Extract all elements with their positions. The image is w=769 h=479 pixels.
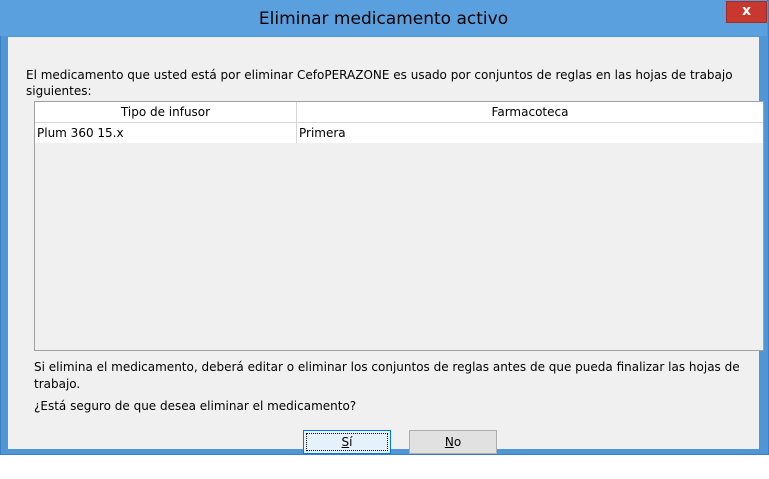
confirmation-question: ¿Está seguro de que desea eliminar el me… <box>34 399 357 413</box>
dialog-title: Eliminar medicamento activo <box>258 9 509 29</box>
cell-tipo-de-infusor: Plum 360 15.x <box>35 123 297 143</box>
close-button[interactable]: x <box>726 1 767 23</box>
close-icon: x <box>741 3 752 19</box>
title-bar[interactable]: Eliminar medicamento activo x <box>0 0 767 36</box>
yes-button-label: Sí <box>342 435 353 449</box>
yes-mnemonic: S <box>341 435 350 449</box>
info-message-line-2: siguientes: <box>26 84 92 98</box>
column-header-farmacoteca[interactable]: Farmacoteca <box>297 102 763 122</box>
cell-farmacoteca: Primera <box>299 126 346 140</box>
info-message: El medicamento que usted está por elimin… <box>26 67 756 99</box>
worksheets-table[interactable]: Tipo de infusor Farmacoteca Plum 360 15.… <box>34 101 764 351</box>
no-label-rest: o <box>453 435 462 449</box>
no-mnemonic: N <box>444 435 454 449</box>
no-button[interactable]: No <box>409 430 497 454</box>
table-header: Tipo de infusor Farmacoteca <box>35 102 763 123</box>
info-message-line-1: El medicamento que usted está por elimin… <box>26 68 733 82</box>
warning-message-line-2: trabajo. <box>34 377 81 391</box>
warning-message: Si elimina el medicamento, deberá editar… <box>34 359 759 393</box>
yes-label-rest: í <box>349 435 353 449</box>
no-button-label: No <box>445 435 461 449</box>
table-row[interactable]: Plum 360 15.x Primera <box>35 123 763 143</box>
warning-message-line-1: Si elimina el medicamento, deberá editar… <box>34 360 740 374</box>
column-header-tipo-de-infusor[interactable]: Tipo de infusor <box>35 102 297 122</box>
yes-button[interactable]: Sí <box>303 430 391 454</box>
